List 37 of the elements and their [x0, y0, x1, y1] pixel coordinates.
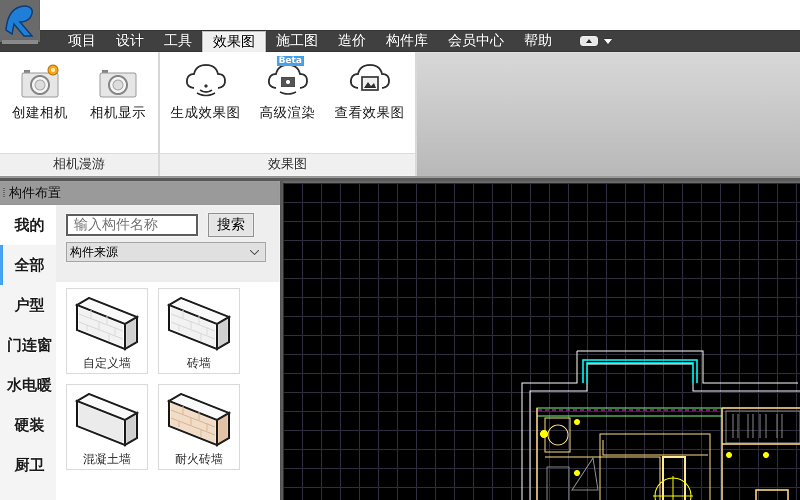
ribbon-tool-button[interactable]: 创建相机 [8, 58, 72, 132]
wall-icon [73, 295, 141, 351]
category-tab[interactable]: 我的 [0, 205, 56, 245]
menu-tab[interactable]: 造价 [328, 30, 376, 52]
panel-title: 构件布置 [9, 185, 61, 202]
wall-icon [73, 391, 141, 447]
cloud-upload-icon[interactable] [580, 36, 598, 46]
drag-handle-icon[interactable] [3, 188, 6, 198]
caret-icon[interactable] [604, 38, 612, 44]
component-item[interactable]: 自定义墙 [66, 288, 148, 374]
menu-tab[interactable]: 构件库 [376, 30, 438, 52]
camera-add-icon [20, 64, 60, 98]
beta-badge: Beta [276, 56, 304, 66]
menu-tab[interactable]: 项目 [58, 30, 106, 52]
component-item[interactable]: 砖墙 [158, 288, 240, 374]
ribbon-group-title: 效果图 [160, 153, 415, 176]
wall-icon [165, 295, 233, 351]
search-field[interactable]: 输入构件名称 [66, 214, 198, 236]
ribbon-tool-button[interactable]: 查看效果图 [330, 58, 408, 132]
menu-tab[interactable]: 工具 [154, 30, 202, 52]
menu-tab[interactable]: 设计 [106, 30, 154, 52]
component-item[interactable]: 混凝土墙 [66, 384, 148, 470]
ribbon-tool-button[interactable]: Beta 高级渲染 [256, 58, 320, 132]
chevron-down-icon [250, 250, 259, 254]
ribbon-tool-button[interactable]: 相机显示 [86, 58, 150, 132]
component-item[interactable]: 耐火砖墙 [158, 384, 240, 470]
ribbon-group-title: 相机漫游 [0, 153, 158, 176]
source-dropdown[interactable]: 构件来源 [66, 242, 266, 262]
cloud-signal-icon [184, 62, 228, 98]
menu-tab[interactable]: 会员中心 [438, 30, 514, 52]
search-button[interactable]: 搜索 [208, 213, 254, 237]
app-logo-icon [0, 0, 40, 45]
wall-icon [165, 391, 233, 447]
menu-tab[interactable]: 帮助 [514, 30, 562, 52]
menu-tab[interactable]: 施工图 [266, 30, 328, 52]
ribbon-tool-button[interactable]: 生成效果图 [166, 58, 244, 132]
menu-tab[interactable]: 效果图 [202, 31, 266, 52]
